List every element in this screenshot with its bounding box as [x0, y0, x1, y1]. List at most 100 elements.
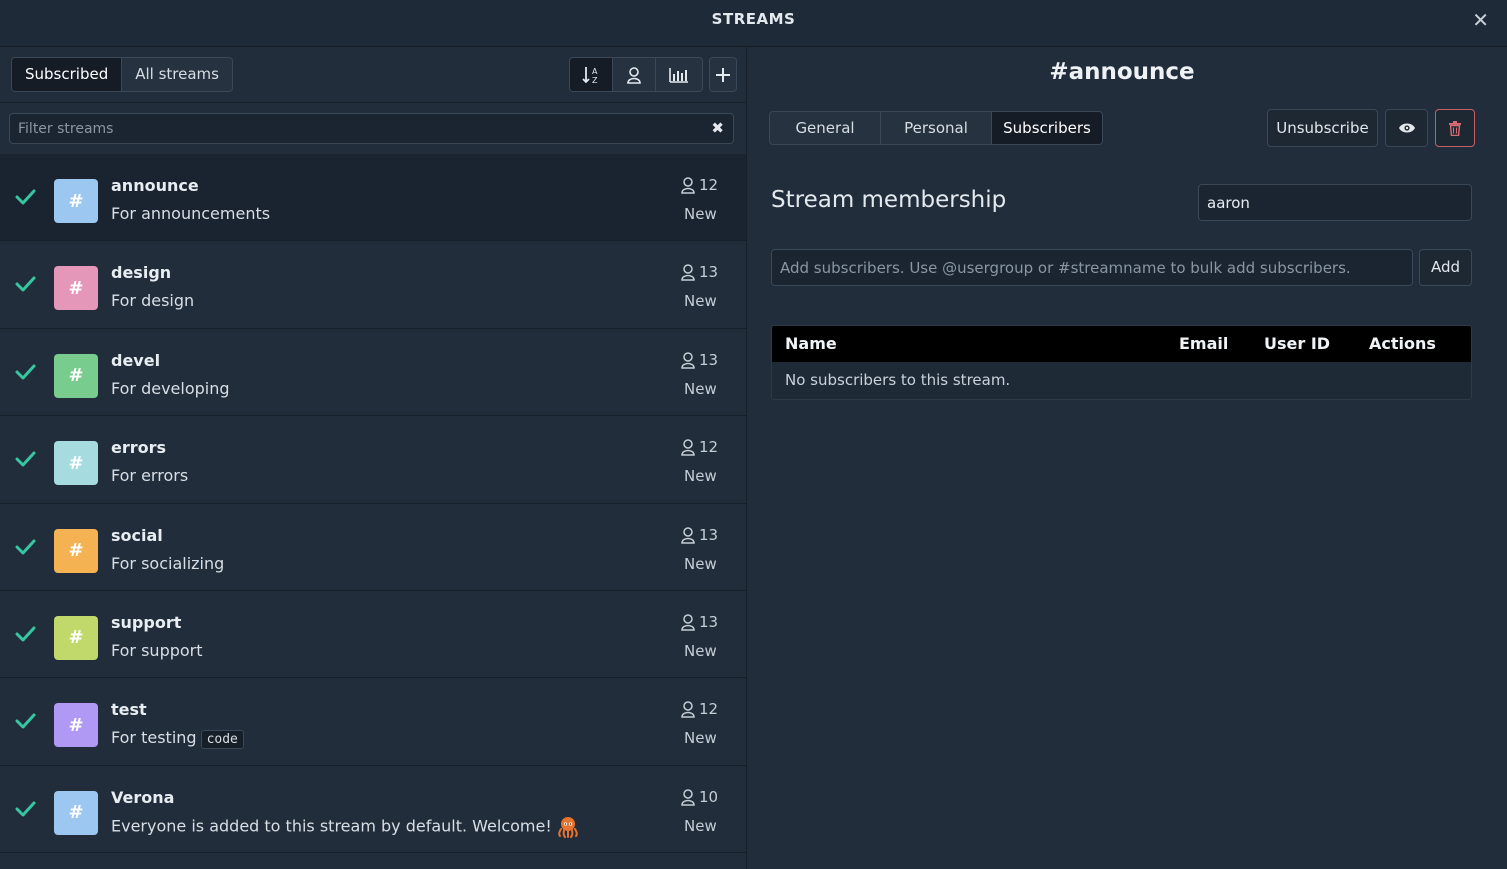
stream-color-swatch: # [54, 790, 98, 835]
stream-status: New [684, 554, 717, 573]
subscriber-search-input[interactable] [1199, 185, 1471, 220]
stream-row[interactable]: # errors For errors 12 New [0, 416, 746, 504]
subscriber-count-value: 12 [699, 438, 719, 457]
subscriber-count: 13 [680, 613, 718, 631]
preview-stream-button[interactable] [1385, 109, 1428, 147]
sort-subscribers-button[interactable] [613, 58, 656, 91]
subscribed-check-icon[interactable] [14, 798, 36, 820]
stream-description-text: For announcements [111, 204, 271, 223]
stream-name: Verona [111, 787, 175, 807]
subscribers-icon [681, 352, 695, 369]
stream-row[interactable]: # announce For announcements 12 New [0, 154, 746, 242]
sort-options: A Z [569, 57, 703, 92]
stream-description: For errors [111, 466, 188, 485]
stream-description: For support [111, 641, 203, 660]
sort-alpha-icon: A Z [582, 66, 598, 85]
subscribed-check-icon[interactable] [14, 186, 36, 208]
stream-description: For announcements [111, 204, 270, 223]
close-icon[interactable]: ✕ [1472, 8, 1489, 32]
octopus-icon [557, 816, 578, 838]
stream-color-swatch: # [54, 615, 98, 660]
subscribed-check-icon[interactable] [14, 273, 36, 295]
subscribed-check-icon[interactable] [14, 361, 36, 383]
stream-status: New [684, 379, 717, 398]
subscribers-table: Name Email User ID Actions No subscriber… [771, 325, 1472, 400]
empty-table-message: No subscribers to this stream. [772, 362, 1471, 399]
subscriber-count: 12 [680, 438, 718, 456]
subscribed-check-icon[interactable] [14, 536, 36, 558]
add-subscribers-input[interactable] [772, 250, 1412, 285]
stream-description: Everyone is added to this stream by defa… [111, 816, 580, 838]
stream-status: New [684, 816, 717, 835]
sort-activity-button[interactable] [656, 58, 702, 91]
clear-icon[interactable]: ✖ [711, 119, 724, 137]
add-subscribers-field [771, 249, 1413, 286]
subscribed-check-icon[interactable] [14, 448, 36, 470]
streams-list-panel: Subscribed All streams A Z Filter stream… [0, 47, 746, 869]
stream-description-text: For testing [111, 728, 197, 748]
tab-subscribers[interactable]: Subscribers [992, 112, 1102, 144]
subscribed-check-icon[interactable] [14, 623, 36, 645]
subscribers-icon [681, 439, 695, 456]
filter-streams-input[interactable] [10, 114, 700, 143]
add-stream-button[interactable] [709, 57, 737, 92]
stream-description: For design [111, 291, 194, 310]
membership-title: Stream membership [771, 187, 1007, 213]
tab-subscribed[interactable]: Subscribed [12, 58, 123, 91]
stream-row[interactable]: # support For support 13 New [0, 591, 746, 679]
subscriber-count: 13 [680, 351, 718, 369]
tab-personal[interactable]: Personal [881, 112, 992, 144]
column-user-id[interactable]: User ID [1264, 334, 1330, 353]
subscriber-count-value: 13 [699, 263, 719, 282]
unsubscribe-button[interactable]: Unsubscribe [1267, 109, 1378, 147]
subscriber-count: 12 [680, 176, 718, 194]
svg-text:A: A [592, 67, 598, 76]
stream-status: New [684, 292, 717, 311]
stream-status: New [684, 205, 717, 223]
subscribers-icon [681, 264, 695, 282]
subscriber-count: 13 [680, 263, 718, 281]
stream-color-swatch: # [54, 266, 98, 311]
filter-streams: ✖ [9, 113, 734, 144]
stream-color-swatch: # [54, 528, 98, 573]
column-email[interactable]: Email [1179, 334, 1228, 353]
tab-all-streams[interactable]: All streams [122, 58, 232, 91]
stream-settings-panel: #announce General Personal Subscribers U… [747, 47, 1507, 869]
stream-description-text: For support [111, 640, 203, 660]
subscribed-check-icon[interactable] [14, 710, 36, 732]
subscribers-icon [681, 701, 695, 719]
stream-row[interactable]: # social For socializing 13 New [0, 504, 746, 591]
stream-row[interactable]: # test For testing code 12 New [0, 678, 746, 766]
stream-list: # announce For announcements 12 New # design Fo… [0, 154, 746, 854]
stream-description-text: For socializing [111, 553, 225, 573]
stream-name: devel [111, 350, 161, 370]
divider [0, 102, 746, 103]
stream-description-text: Everyone is added to this stream by defa… [111, 816, 552, 836]
subscriber-count-value: 12 [699, 176, 719, 194]
stream-row[interactable]: # design For design 13 New [0, 241, 746, 329]
subscriber-count-value: 10 [699, 787, 719, 806]
modal-header: STREAMS ✕ [0, 0, 1507, 47]
stream-status: New [684, 641, 717, 660]
tab-general[interactable]: General [770, 112, 881, 144]
settings-tabs: General Personal Subscribers [769, 111, 1103, 145]
stream-name: test [111, 700, 147, 720]
plus-icon [716, 67, 730, 82]
archive-stream-button[interactable] [1435, 109, 1475, 147]
column-actions: Actions [1369, 334, 1436, 353]
add-subscriber-button[interactable]: Add [1419, 249, 1472, 286]
stream-color-swatch: # [54, 179, 98, 223]
column-name[interactable]: Name [785, 334, 837, 353]
subscriber-count-value: 12 [699, 700, 719, 719]
subscriber-count-value: 13 [699, 612, 719, 631]
stream-row[interactable]: # Verona Everyone is added to this stream … [0, 766, 746, 854]
stream-description: For developing [111, 379, 230, 398]
sort-alpha-button[interactable]: A Z [570, 58, 613, 91]
stream-status: New [684, 467, 717, 486]
stream-description-text: For developing [111, 378, 230, 398]
subscribers-icon [681, 614, 695, 631]
stream-description: For testing code [111, 728, 244, 750]
subscriber-count-value: 13 [699, 525, 719, 544]
stream-row[interactable]: # devel For developing 13 New [0, 329, 746, 417]
modal-title: STREAMS [711, 10, 796, 28]
